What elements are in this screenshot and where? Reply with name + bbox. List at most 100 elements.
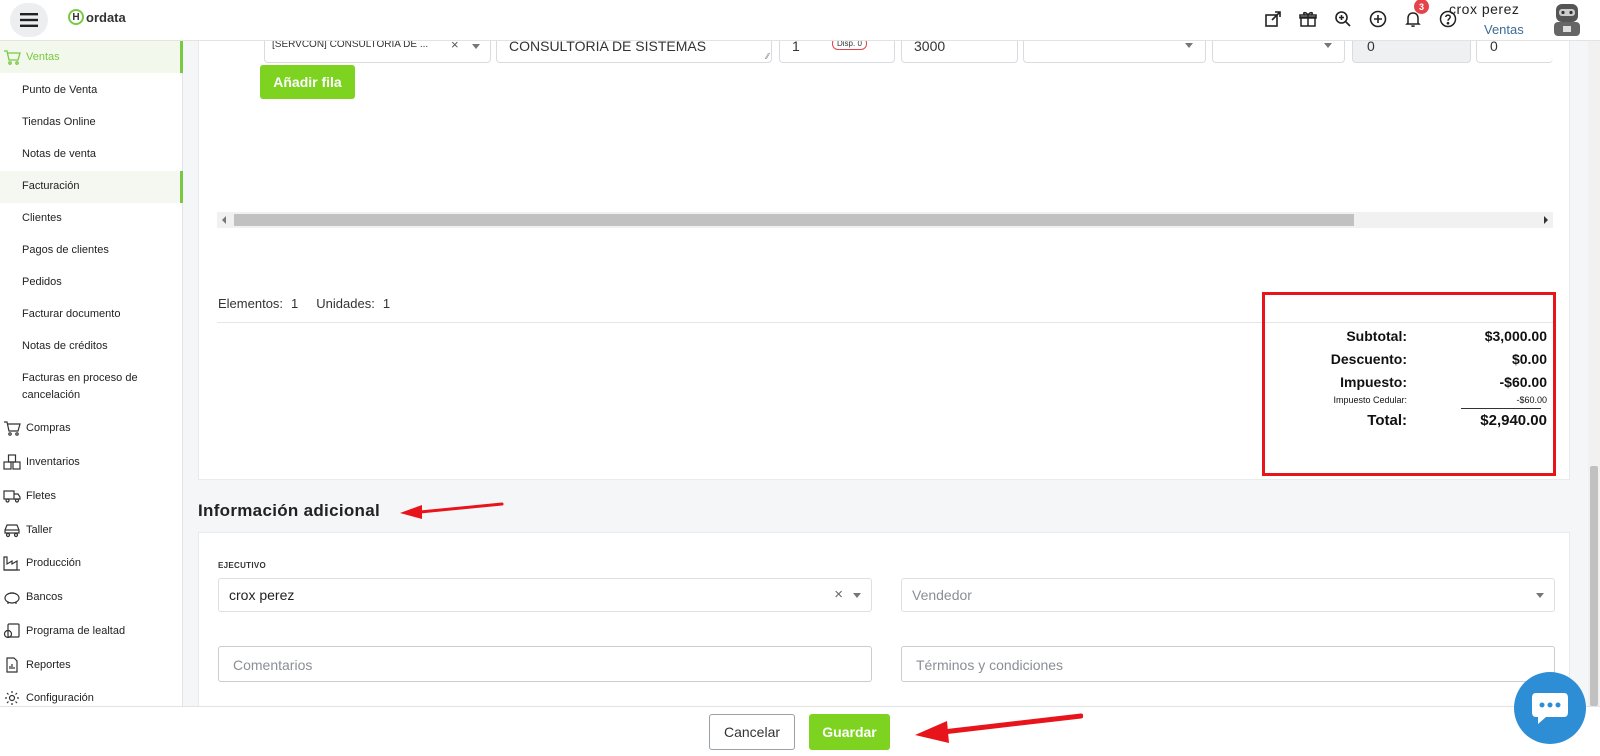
truck-icon bbox=[2, 486, 22, 506]
cedular-value: -$60.00 bbox=[1516, 395, 1547, 405]
avatar[interactable] bbox=[1548, 0, 1586, 38]
cart-outline-icon bbox=[2, 418, 22, 438]
comments-input[interactable]: Comentarios bbox=[218, 646, 872, 682]
chat-icon bbox=[1532, 693, 1568, 724]
add-row-button[interactable]: Añadir fila bbox=[260, 65, 355, 99]
scrollbar-thumb[interactable] bbox=[234, 214, 1354, 226]
seller-select[interactable]: Vendedor bbox=[901, 578, 1555, 612]
vertical-scrollbar[interactable] bbox=[1588, 41, 1600, 706]
boxes-icon bbox=[2, 452, 22, 472]
save-button[interactable]: Guardar bbox=[809, 714, 890, 750]
gift-icon[interactable] bbox=[1297, 8, 1319, 30]
sidebar-item-facturar-documento[interactable]: Facturar documento bbox=[22, 308, 120, 320]
sidebar-section-fletes[interactable]: Fletes bbox=[0, 480, 183, 512]
terms-input[interactable]: Términos y condiciones bbox=[901, 646, 1555, 682]
top-icons: 3 bbox=[1262, 0, 1459, 30]
annotation-arrow-save bbox=[915, 713, 1083, 743]
sidebar-item-tiendas-online[interactable]: Tiendas Online bbox=[22, 116, 96, 128]
tax-value: -$60.00 bbox=[1499, 374, 1547, 390]
price-input[interactable]: 3000 bbox=[901, 38, 1018, 63]
sidebar-item-clientes[interactable]: Clientes bbox=[22, 212, 62, 224]
external-link-icon[interactable] bbox=[1262, 8, 1284, 30]
elements-label: Elementos: bbox=[218, 296, 284, 311]
piggy-bank-icon bbox=[2, 587, 22, 607]
chevron-down-icon[interactable] bbox=[853, 593, 861, 598]
car-icon bbox=[2, 520, 22, 540]
clear-icon[interactable]: × bbox=[834, 586, 843, 603]
vertical-scrollbar-thumb[interactable] bbox=[1590, 466, 1598, 706]
report-icon bbox=[2, 655, 22, 675]
menu-button[interactable] bbox=[10, 3, 48, 37]
comments-placeholder: Comentarios bbox=[233, 657, 313, 673]
bell-icon[interactable]: 3 bbox=[1402, 0, 1429, 30]
resize-handle-icon[interactable]: ⁄⁄ bbox=[766, 52, 769, 61]
notification-badge: 3 bbox=[1414, 0, 1429, 14]
item-counts: Elementos: 1 Unidades: 1 bbox=[218, 296, 400, 311]
chevron-down-icon[interactable] bbox=[1185, 43, 1193, 48]
sidebar-section-produccion[interactable]: Producción bbox=[0, 547, 183, 579]
terms-placeholder: Términos y condiciones bbox=[916, 657, 1064, 673]
add-circle-icon[interactable] bbox=[1367, 8, 1389, 30]
description-textarea[interactable]: CONSULTORIA DE SISTEMAS ⁄⁄ bbox=[496, 38, 772, 63]
quantity-input[interactable]: 1 Disp. 0 bbox=[779, 37, 895, 63]
sidebar-item-pedidos[interactable]: Pedidos bbox=[22, 276, 62, 288]
hamburger-icon bbox=[20, 13, 38, 27]
sidebar-item-notas-de-creditos[interactable]: Notas de créditos bbox=[22, 340, 108, 352]
annotation-arrow-info bbox=[400, 502, 504, 519]
sidebar-inventarios-label: Inventarios bbox=[26, 456, 80, 468]
sidebar-section-programa-lealtad[interactable]: Programa de lealtad bbox=[0, 615, 183, 647]
sidebar-section-compras[interactable]: Compras bbox=[0, 412, 183, 444]
sidebar-item-facturas-cancelacion-2[interactable]: cancelación bbox=[22, 389, 80, 401]
sidebar-section-ventas[interactable]: Ventas bbox=[0, 41, 183, 73]
readonly-field-a: 0 bbox=[1352, 38, 1471, 63]
horizontal-scrollbar[interactable] bbox=[217, 212, 1553, 228]
discount-label: Descuento: bbox=[1330, 351, 1407, 367]
sidebar-item-notas-de-venta[interactable]: Notas de venta bbox=[22, 148, 96, 160]
info-title: Información adicional bbox=[198, 501, 380, 520]
scroll-left-icon[interactable] bbox=[222, 216, 226, 224]
sidebar-item-pagos-de-clientes[interactable]: Pagos de clientes bbox=[22, 244, 109, 256]
sidebar-reportes-label: Reportes bbox=[26, 659, 71, 671]
units-label: Unidades: bbox=[316, 296, 375, 311]
elements-value: 1 bbox=[291, 296, 299, 311]
totals-highlight-box: Subtotal: $3,000.00 Descuento: $0.00 Imp… bbox=[1262, 292, 1556, 476]
sidebar-programa-lealtad-label: Programa de lealtad bbox=[26, 625, 126, 637]
user-name[interactable]: crox perez bbox=[1449, 1, 1519, 17]
logo-text: ordata bbox=[86, 9, 126, 25]
sidebar-section-bancos[interactable]: Bancos bbox=[0, 581, 183, 613]
scroll-right-icon[interactable] bbox=[1544, 216, 1548, 224]
sidebar-compras-label: Compras bbox=[26, 422, 71, 434]
column-select-2[interactable] bbox=[1212, 41, 1345, 63]
sidebar-taller-label: Taller bbox=[26, 524, 53, 536]
sidebar-section-taller[interactable]: Taller bbox=[0, 514, 183, 546]
chevron-down-icon[interactable] bbox=[1536, 593, 1544, 598]
sidebar-item-facturas-cancelacion[interactable]: Facturas en proceso de bbox=[22, 372, 138, 384]
robot-avatar-icon bbox=[1554, 4, 1580, 36]
sidebar-configuracion-label: Configuración bbox=[26, 692, 94, 704]
chevron-down-icon[interactable] bbox=[1324, 43, 1332, 48]
search-zoom-icon[interactable] bbox=[1332, 8, 1354, 30]
app-logo[interactable]: H ordata bbox=[68, 9, 126, 25]
gear-icon bbox=[2, 688, 22, 708]
sidebar-produccion-label: Producción bbox=[26, 557, 82, 569]
sidebar-item-facturacion[interactable]: Facturación bbox=[22, 180, 79, 192]
cancel-button[interactable]: Cancelar bbox=[709, 714, 795, 750]
executive-select[interactable]: crox perez × bbox=[218, 578, 872, 612]
product-select[interactable]: [SERVCON] CONSULTORIA DE ... × bbox=[264, 37, 491, 63]
units-value: 1 bbox=[382, 296, 391, 311]
tax-label: Impuesto: bbox=[1340, 374, 1407, 390]
sidebar-section-inventarios[interactable]: Inventarios bbox=[0, 446, 183, 478]
executive-label: EJECUTIVO bbox=[218, 561, 267, 570]
column-select-1[interactable] bbox=[1023, 41, 1206, 63]
chat-button[interactable] bbox=[1514, 672, 1586, 744]
user-role: Ventas bbox=[1484, 22, 1524, 37]
sidebar-item-punto-de-venta[interactable]: Punto de Venta bbox=[22, 84, 97, 96]
chevron-down-icon[interactable] bbox=[472, 44, 480, 49]
sidebar-ventas-label: Ventas bbox=[26, 51, 60, 63]
footer-bar bbox=[0, 706, 1600, 756]
cart-icon bbox=[2, 47, 22, 67]
discount-value: $0.00 bbox=[1511, 351, 1547, 367]
sidebar-section-reportes[interactable]: Reportes bbox=[0, 649, 183, 681]
field-b[interactable]: 0 bbox=[1476, 38, 1553, 63]
factory-icon bbox=[2, 553, 22, 573]
